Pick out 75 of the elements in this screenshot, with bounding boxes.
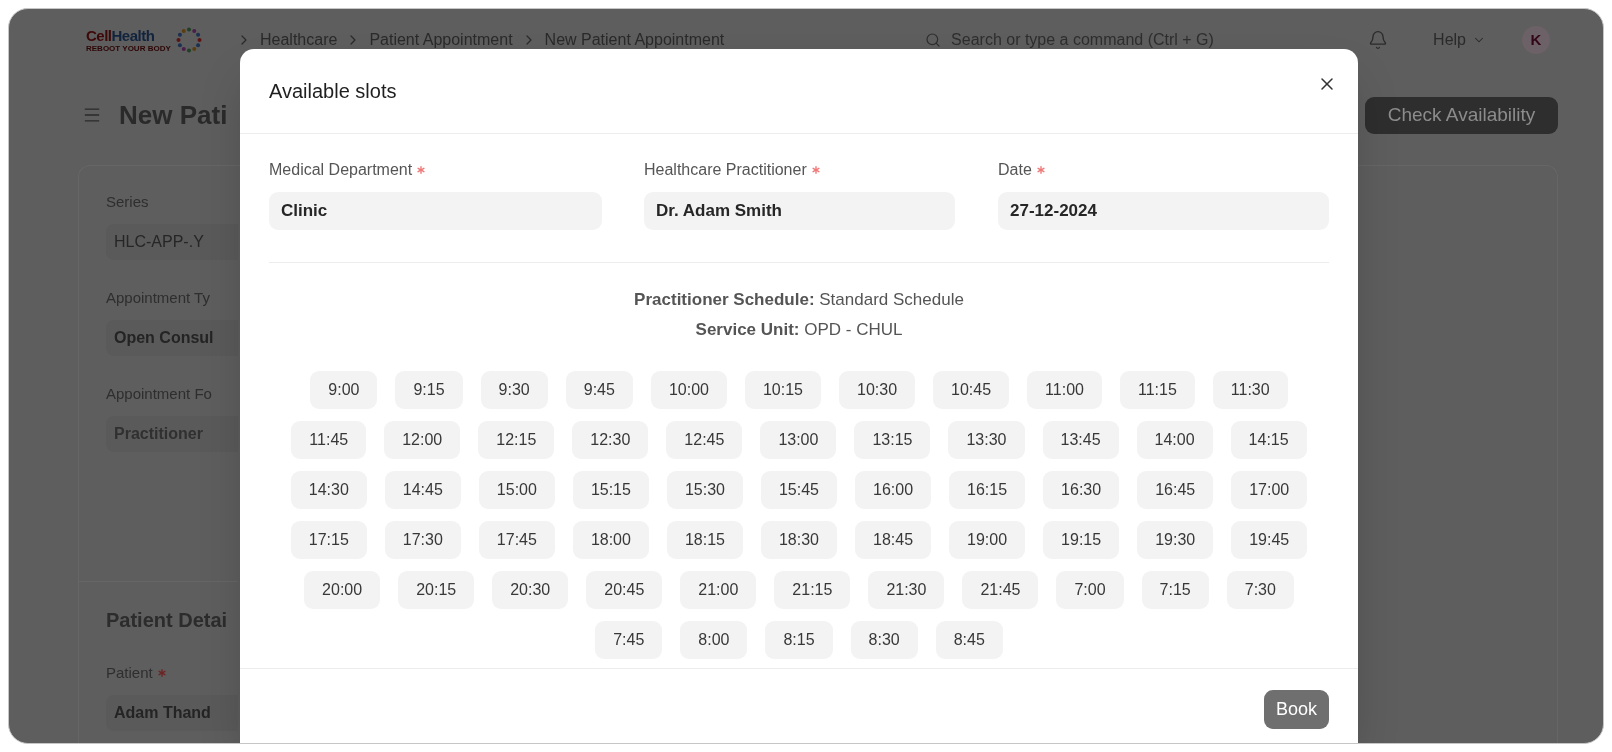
- schedule-text: Service Unit: OPD - CHUL: [695, 319, 903, 341]
- field-label: Medical Department: [269, 160, 413, 180]
- time-slot-button[interactable]: 15:00: [478, 471, 555, 509]
- time-slot-button[interactable]: 14:30: [290, 471, 367, 509]
- time-slot-button[interactable]: 11:00: [1027, 371, 1102, 409]
- time-slot-button[interactable]: 19:30: [1137, 521, 1214, 559]
- time-slot-button[interactable]: 21:45: [962, 571, 1039, 609]
- time-slot-button[interactable]: 17:00: [1231, 471, 1308, 509]
- time-slot-button[interactable]: 14:15: [1230, 421, 1307, 459]
- time-slot-button[interactable]: 16:00: [855, 471, 932, 509]
- time-slot-button[interactable]: 13:45: [1042, 421, 1119, 459]
- time-slot-button[interactable]: 8:00: [680, 621, 748, 659]
- time-slot-button[interactable]: 18:30: [760, 521, 837, 559]
- time-slot-button[interactable]: 18:45: [855, 521, 932, 559]
- time-slot-button[interactable]: 10:30: [839, 371, 916, 409]
- time-slot-button[interactable]: 19:15: [1043, 521, 1120, 559]
- time-slot-button[interactable]: 12:45: [666, 421, 743, 459]
- field-label: Date: [998, 160, 1032, 180]
- time-slot-button[interactable]: 20:15: [398, 571, 475, 609]
- time-slot-button[interactable]: 12:15: [478, 421, 555, 459]
- time-slot-button[interactable]: 21:15: [774, 571, 851, 609]
- time-slot-button[interactable]: 12:30: [572, 421, 649, 459]
- time-slot-button[interactable]: 7:45: [595, 621, 663, 659]
- logo-tagline: REBOOT YOUR BODY: [86, 44, 171, 53]
- time-slot-button[interactable]: 8:30: [850, 621, 918, 659]
- time-slot-button[interactable]: 16:30: [1043, 471, 1120, 509]
- time-slot-button[interactable]: 20:00: [304, 571, 381, 609]
- time-slot-button[interactable]: 20:30: [492, 571, 569, 609]
- time-slot-button[interactable]: 12:00: [384, 421, 461, 459]
- time-slot-button[interactable]: 8:15: [765, 621, 833, 659]
- time-slot-button[interactable]: 20:45: [586, 571, 663, 609]
- time-slot-button[interactable]: 15:30: [666, 471, 743, 509]
- field-label: Healthcare Practitioner: [644, 160, 807, 180]
- logo-text: CellHealth: [86, 27, 156, 43]
- time-slot-button[interactable]: 18:15: [666, 521, 743, 559]
- time-slot-button[interactable]: 10:00: [650, 371, 727, 409]
- time-slot-button[interactable]: 14:00: [1136, 421, 1213, 459]
- time-slot-button[interactable]: 11:15: [1119, 371, 1195, 409]
- time-slot-button[interactable]: 15:15: [572, 471, 649, 509]
- input-field[interactable]: Dr. Adam Smith: [644, 192, 955, 230]
- time-slot-button[interactable]: 9:30: [480, 371, 548, 409]
- input-field[interactable]: Clinic: [269, 192, 602, 230]
- check-availability-button[interactable]: Check Availability: [1365, 96, 1558, 134]
- time-slot-button[interactable]: 13:30: [948, 421, 1025, 459]
- time-slot-button[interactable]: 16:15: [949, 471, 1026, 509]
- time-slot-button[interactable]: 8:45: [935, 621, 1003, 659]
- time-slot-button[interactable]: 17:15: [290, 521, 367, 559]
- time-slot-button[interactable]: 7:30: [1226, 571, 1294, 609]
- time-slot-button[interactable]: 11:30: [1212, 371, 1288, 409]
- schedule-text: Practitioner Schedule: Standard Schedule: [634, 289, 964, 311]
- input-field[interactable]: 27-12-2024: [998, 192, 1329, 230]
- time-slot-button[interactable]: 9:00: [310, 371, 378, 409]
- time-slot-button[interactable]: 17:30: [384, 521, 461, 559]
- time-slot-button[interactable]: 9:45: [565, 371, 633, 409]
- time-slot-button[interactable]: 10:45: [933, 371, 1010, 409]
- time-slot-button[interactable]: 14:45: [384, 471, 461, 509]
- time-slot-button[interactable]: 7:00: [1056, 571, 1124, 609]
- time-slot-button[interactable]: 15:45: [760, 471, 837, 509]
- search-icon: [925, 32, 942, 48]
- time-slot-button[interactable]: 21:30: [868, 571, 945, 609]
- time-slot-button[interactable]: 11:45: [291, 421, 367, 459]
- time-slot-button[interactable]: 16:45: [1137, 471, 1214, 509]
- bell-icon[interactable]: [1368, 30, 1389, 50]
- time-slot-button[interactable]: 13:15: [854, 421, 931, 459]
- logo-icon: [175, 27, 202, 53]
- time-slot-button[interactable]: 7:15: [1141, 571, 1209, 609]
- time-slot-button[interactable]: 13:00: [760, 421, 837, 459]
- time-slot-button[interactable]: 19:00: [949, 521, 1026, 559]
- time-slot-button[interactable]: 18:00: [572, 521, 649, 559]
- time-slot-button[interactable]: 9:15: [395, 371, 463, 409]
- time-slot-button[interactable]: 19:45: [1231, 521, 1308, 559]
- dialog-title: Available slots: [269, 79, 397, 104]
- time-slot-button[interactable]: 21:00: [680, 571, 757, 609]
- time-slot-button[interactable]: 10:15: [744, 371, 821, 409]
- time-slot-button[interactable]: 17:45: [478, 521, 555, 559]
